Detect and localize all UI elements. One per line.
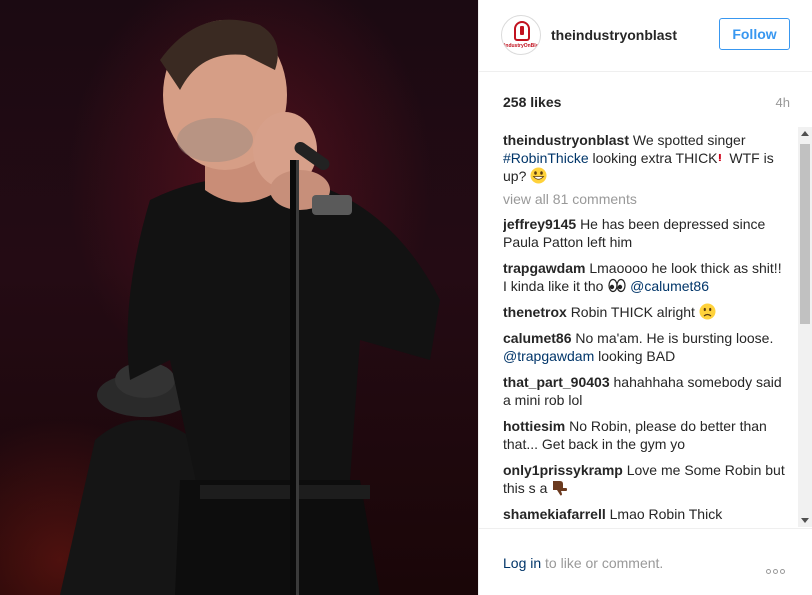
comments-list: theindustryonblast We spotted singer #Ro… — [503, 131, 788, 521]
follow-button[interactable]: Follow — [719, 18, 790, 50]
caption-username[interactable]: theindustryonblast — [503, 132, 629, 148]
caption: theindustryonblast We spotted singer #Ro… — [503, 131, 788, 185]
likes-count[interactable]: 258 likes — [503, 94, 561, 110]
comment-item: only1prissykramp Love me Some Robin but … — [503, 461, 788, 497]
comment-username[interactable]: thenetrox — [503, 304, 567, 320]
comment-item: calumet86 No ma'am. He is bursting loose… — [503, 329, 788, 365]
post-photo — [0, 0, 478, 595]
mention-link[interactable]: @trapgawdam — [503, 348, 594, 364]
comment-item: trapgawdam Lmaoooo he look thick as shit… — [503, 259, 788, 295]
grinning-emoji-icon — [530, 167, 547, 184]
comment-item: thenetrox Robin THICK alright — [503, 303, 788, 321]
more-options-icon[interactable] — [766, 561, 792, 574]
comment-username[interactable]: calumet86 — [503, 330, 571, 346]
comment-username[interactable]: only1prissykramp — [503, 462, 623, 478]
scroll-thumb[interactable] — [800, 144, 810, 324]
post-header: IndustryOnBlast theindustryonblast Follo… — [479, 0, 812, 72]
scroll-down-arrow-icon[interactable] — [801, 518, 809, 523]
login-prompt-text: to like or comment. — [545, 555, 664, 571]
performer-illustration — [60, 19, 440, 595]
instagram-post-modal: IndustryOnBlast theindustryonblast Follo… — [0, 0, 812, 595]
eyes-emoji-icon — [608, 278, 626, 293]
comment-text: Lmao Robin Thick — [609, 506, 723, 521]
avatar-logo-text: IndustryOnBlast — [504, 43, 541, 49]
comment-item: shamekiafarrell Lmao Robin Thick — [503, 505, 788, 521]
comment-item: that_part_90403 hahahhaha somebody said … — [503, 373, 788, 409]
hashtag-link[interactable]: #RobinThicke — [503, 150, 589, 166]
comment-username[interactable]: trapgawdam — [503, 260, 585, 276]
scroll-up-arrow-icon[interactable] — [801, 131, 809, 136]
comment-item: jeffrey9145 He has been depressed since … — [503, 215, 788, 251]
comments-scrollbar[interactable] — [798, 127, 812, 527]
mention-link[interactable]: @calumet86 — [630, 278, 709, 294]
post-username[interactable]: theindustryonblast — [551, 27, 677, 43]
brand-logo-icon — [514, 21, 530, 41]
caption-text: We spotted singer — [632, 132, 746, 148]
comment-username[interactable]: that_part_90403 — [503, 374, 610, 390]
comment-username[interactable]: hottiesim — [503, 418, 565, 434]
comment-text: Robin THICK alright — [570, 304, 695, 320]
exclamation-icon — [718, 153, 721, 162]
frowning-emoji-icon — [699, 303, 716, 320]
comment-text: No ma'am. He is bursting loose. — [575, 330, 774, 346]
comment-username[interactable]: jeffrey9145 — [503, 216, 576, 232]
thumbs-down-emoji-icon — [553, 481, 568, 496]
comment-username[interactable]: shamekiafarrell — [503, 506, 606, 521]
post-time[interactable]: 4h — [776, 95, 790, 110]
view-all-comments-link[interactable]: view all 81 comments — [503, 191, 788, 207]
login-prompt: Log in to like or comment. — [503, 555, 663, 571]
post-side-panel: IndustryOnBlast theindustryonblast Follo… — [478, 0, 812, 595]
comment-item: hottiesim No Robin, please do better tha… — [503, 417, 788, 453]
comment-text-after: looking BAD — [598, 348, 676, 364]
post-footer: Log in to like or comment. — [479, 528, 812, 595]
avatar[interactable]: IndustryOnBlast — [501, 15, 541, 55]
likes-row: 258 likes 4h — [503, 94, 790, 112]
login-link[interactable]: Log in — [503, 555, 541, 571]
caption-text-2: looking extra THICK — [592, 150, 718, 166]
